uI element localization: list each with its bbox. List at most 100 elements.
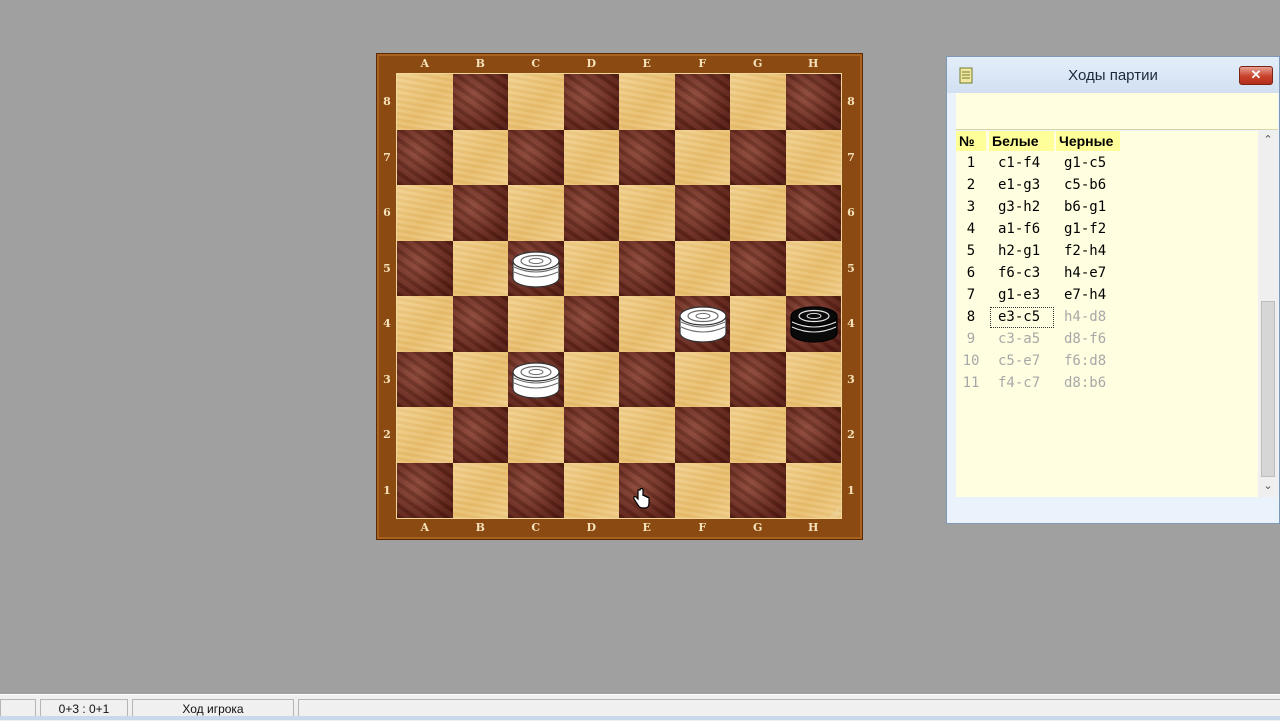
- black-move[interactable]: h4-e7: [1064, 263, 1106, 283]
- square-b7[interactable]: [452, 129, 508, 185]
- white-move[interactable]: e1-g3: [998, 175, 1040, 195]
- square-e8[interactable]: [619, 74, 675, 130]
- white-move[interactable]: h2-g1: [998, 241, 1040, 261]
- square-g8[interactable]: [730, 74, 786, 130]
- square-c8[interactable]: [508, 74, 564, 130]
- white-checker-c3[interactable]: [512, 360, 560, 400]
- move-row[interactable]: 7 g1-e3 e7-h4: [956, 285, 1258, 307]
- square-h5[interactable]: [785, 240, 841, 296]
- move-row[interactable]: 4 a1-f6 g1-f2: [956, 219, 1258, 241]
- square-a2[interactable]: [397, 407, 453, 463]
- square-f6[interactable]: [674, 185, 730, 241]
- white-move[interactable]: c1-f4: [998, 153, 1040, 173]
- square-f5[interactable]: [674, 240, 730, 296]
- black-move[interactable]: b6-g1: [1064, 197, 1106, 217]
- square-f7[interactable]: [674, 129, 730, 185]
- move-row[interactable]: 6 f6-c3 h4-e7: [956, 263, 1258, 285]
- white-checker-f4[interactable]: [678, 304, 727, 344]
- square-g5[interactable]: [730, 240, 786, 296]
- white-checker-c5[interactable]: [512, 249, 560, 289]
- black-move[interactable]: h4-d8: [1064, 307, 1106, 327]
- square-b6[interactable]: [452, 185, 508, 241]
- square-d7[interactable]: [563, 129, 619, 185]
- checkers-board[interactable]: [396, 73, 842, 519]
- white-move[interactable]: g3-h2: [998, 197, 1040, 217]
- black-move[interactable]: g1-f2: [1064, 219, 1106, 239]
- square-a1[interactable]: [397, 462, 453, 518]
- square-e3[interactable]: [619, 351, 675, 407]
- square-e2[interactable]: [619, 407, 675, 463]
- black-move[interactable]: d8:b6: [1064, 373, 1106, 393]
- square-b5[interactable]: [452, 240, 508, 296]
- square-g2[interactable]: [730, 407, 786, 463]
- square-a8[interactable]: [397, 74, 453, 130]
- white-move[interactable]: a1-f6: [998, 219, 1040, 239]
- square-b4[interactable]: [452, 296, 508, 352]
- square-c4[interactable]: [508, 296, 564, 352]
- square-h7[interactable]: [785, 129, 841, 185]
- square-a4[interactable]: [397, 296, 453, 352]
- black-move[interactable]: f6:d8: [1064, 351, 1106, 371]
- square-e4[interactable]: [619, 296, 675, 352]
- window-titlebar[interactable]: Ходы партии ✕: [947, 57, 1279, 93]
- scrollbar[interactable]: ⌃ ⌄: [1258, 131, 1278, 497]
- square-c6[interactable]: [508, 185, 564, 241]
- black-move[interactable]: g1-c5: [1064, 153, 1106, 173]
- white-move[interactable]: f6-c3: [998, 263, 1040, 283]
- square-c2[interactable]: [508, 407, 564, 463]
- moves-list[interactable]: № Белые Черные 1 c1-f4 g1-c5 2 e1-g3 c5-b…: [956, 131, 1258, 497]
- scroll-down-icon[interactable]: ⌄: [1258, 477, 1278, 495]
- square-d3[interactable]: [563, 351, 619, 407]
- square-f2[interactable]: [674, 407, 730, 463]
- black-move[interactable]: c5-b6: [1064, 175, 1106, 195]
- square-g1[interactable]: [730, 462, 786, 518]
- black-checker-h4[interactable]: [789, 304, 838, 344]
- black-move[interactable]: d8-f6: [1064, 329, 1106, 349]
- scroll-up-icon[interactable]: ⌃: [1258, 131, 1278, 149]
- resize-grip-icon[interactable]: [828, 506, 840, 518]
- square-a6[interactable]: [397, 185, 453, 241]
- black-move[interactable]: e7-h4: [1064, 285, 1106, 305]
- square-e5[interactable]: [619, 240, 675, 296]
- square-b3[interactable]: [452, 351, 508, 407]
- black-move[interactable]: f2-h4: [1064, 241, 1106, 261]
- square-d6[interactable]: [563, 185, 619, 241]
- square-e7[interactable]: [619, 129, 675, 185]
- square-b2[interactable]: [452, 407, 508, 463]
- close-button[interactable]: ✕: [1239, 66, 1273, 85]
- square-c1[interactable]: [508, 462, 564, 518]
- square-b1[interactable]: [452, 462, 508, 518]
- move-row[interactable]: 10 c5-e7 f6:d8: [956, 351, 1258, 373]
- scroll-thumb[interactable]: [1261, 301, 1275, 477]
- white-move[interactable]: g1-e3: [998, 285, 1040, 305]
- move-row[interactable]: 1 c1-f4 g1-c5: [956, 153, 1258, 175]
- square-d1[interactable]: [563, 462, 619, 518]
- square-d8[interactable]: [563, 74, 619, 130]
- square-f1[interactable]: [674, 462, 730, 518]
- square-e6[interactable]: [619, 185, 675, 241]
- square-d5[interactable]: [563, 240, 619, 296]
- square-g3[interactable]: [730, 351, 786, 407]
- move-row[interactable]: 8 e3-c5 h4-d8: [956, 307, 1258, 329]
- move-row[interactable]: 9 c3-a5 d8-f6: [956, 329, 1258, 351]
- square-h2[interactable]: [785, 407, 841, 463]
- white-move[interactable]: c5-e7: [998, 351, 1040, 371]
- square-g6[interactable]: [730, 185, 786, 241]
- white-move[interactable]: c3-a5: [998, 329, 1040, 349]
- square-h6[interactable]: [785, 185, 841, 241]
- square-f3[interactable]: [674, 351, 730, 407]
- comment-area[interactable]: [956, 93, 1278, 130]
- square-b8[interactable]: [452, 74, 508, 130]
- square-h3[interactable]: [785, 351, 841, 407]
- square-g4[interactable]: [730, 296, 786, 352]
- move-row[interactable]: 5 h2-g1 f2-h4: [956, 241, 1258, 263]
- square-c7[interactable]: [508, 129, 564, 185]
- square-a3[interactable]: [397, 351, 453, 407]
- square-d2[interactable]: [563, 407, 619, 463]
- move-row[interactable]: 2 e1-g3 c5-b6: [956, 175, 1258, 197]
- square-f8[interactable]: [674, 74, 730, 130]
- move-row[interactable]: 11 f4-c7 d8:b6: [956, 373, 1258, 395]
- square-g7[interactable]: [730, 129, 786, 185]
- square-h8[interactable]: [785, 74, 841, 130]
- white-move[interactable]: f4-c7: [998, 373, 1040, 393]
